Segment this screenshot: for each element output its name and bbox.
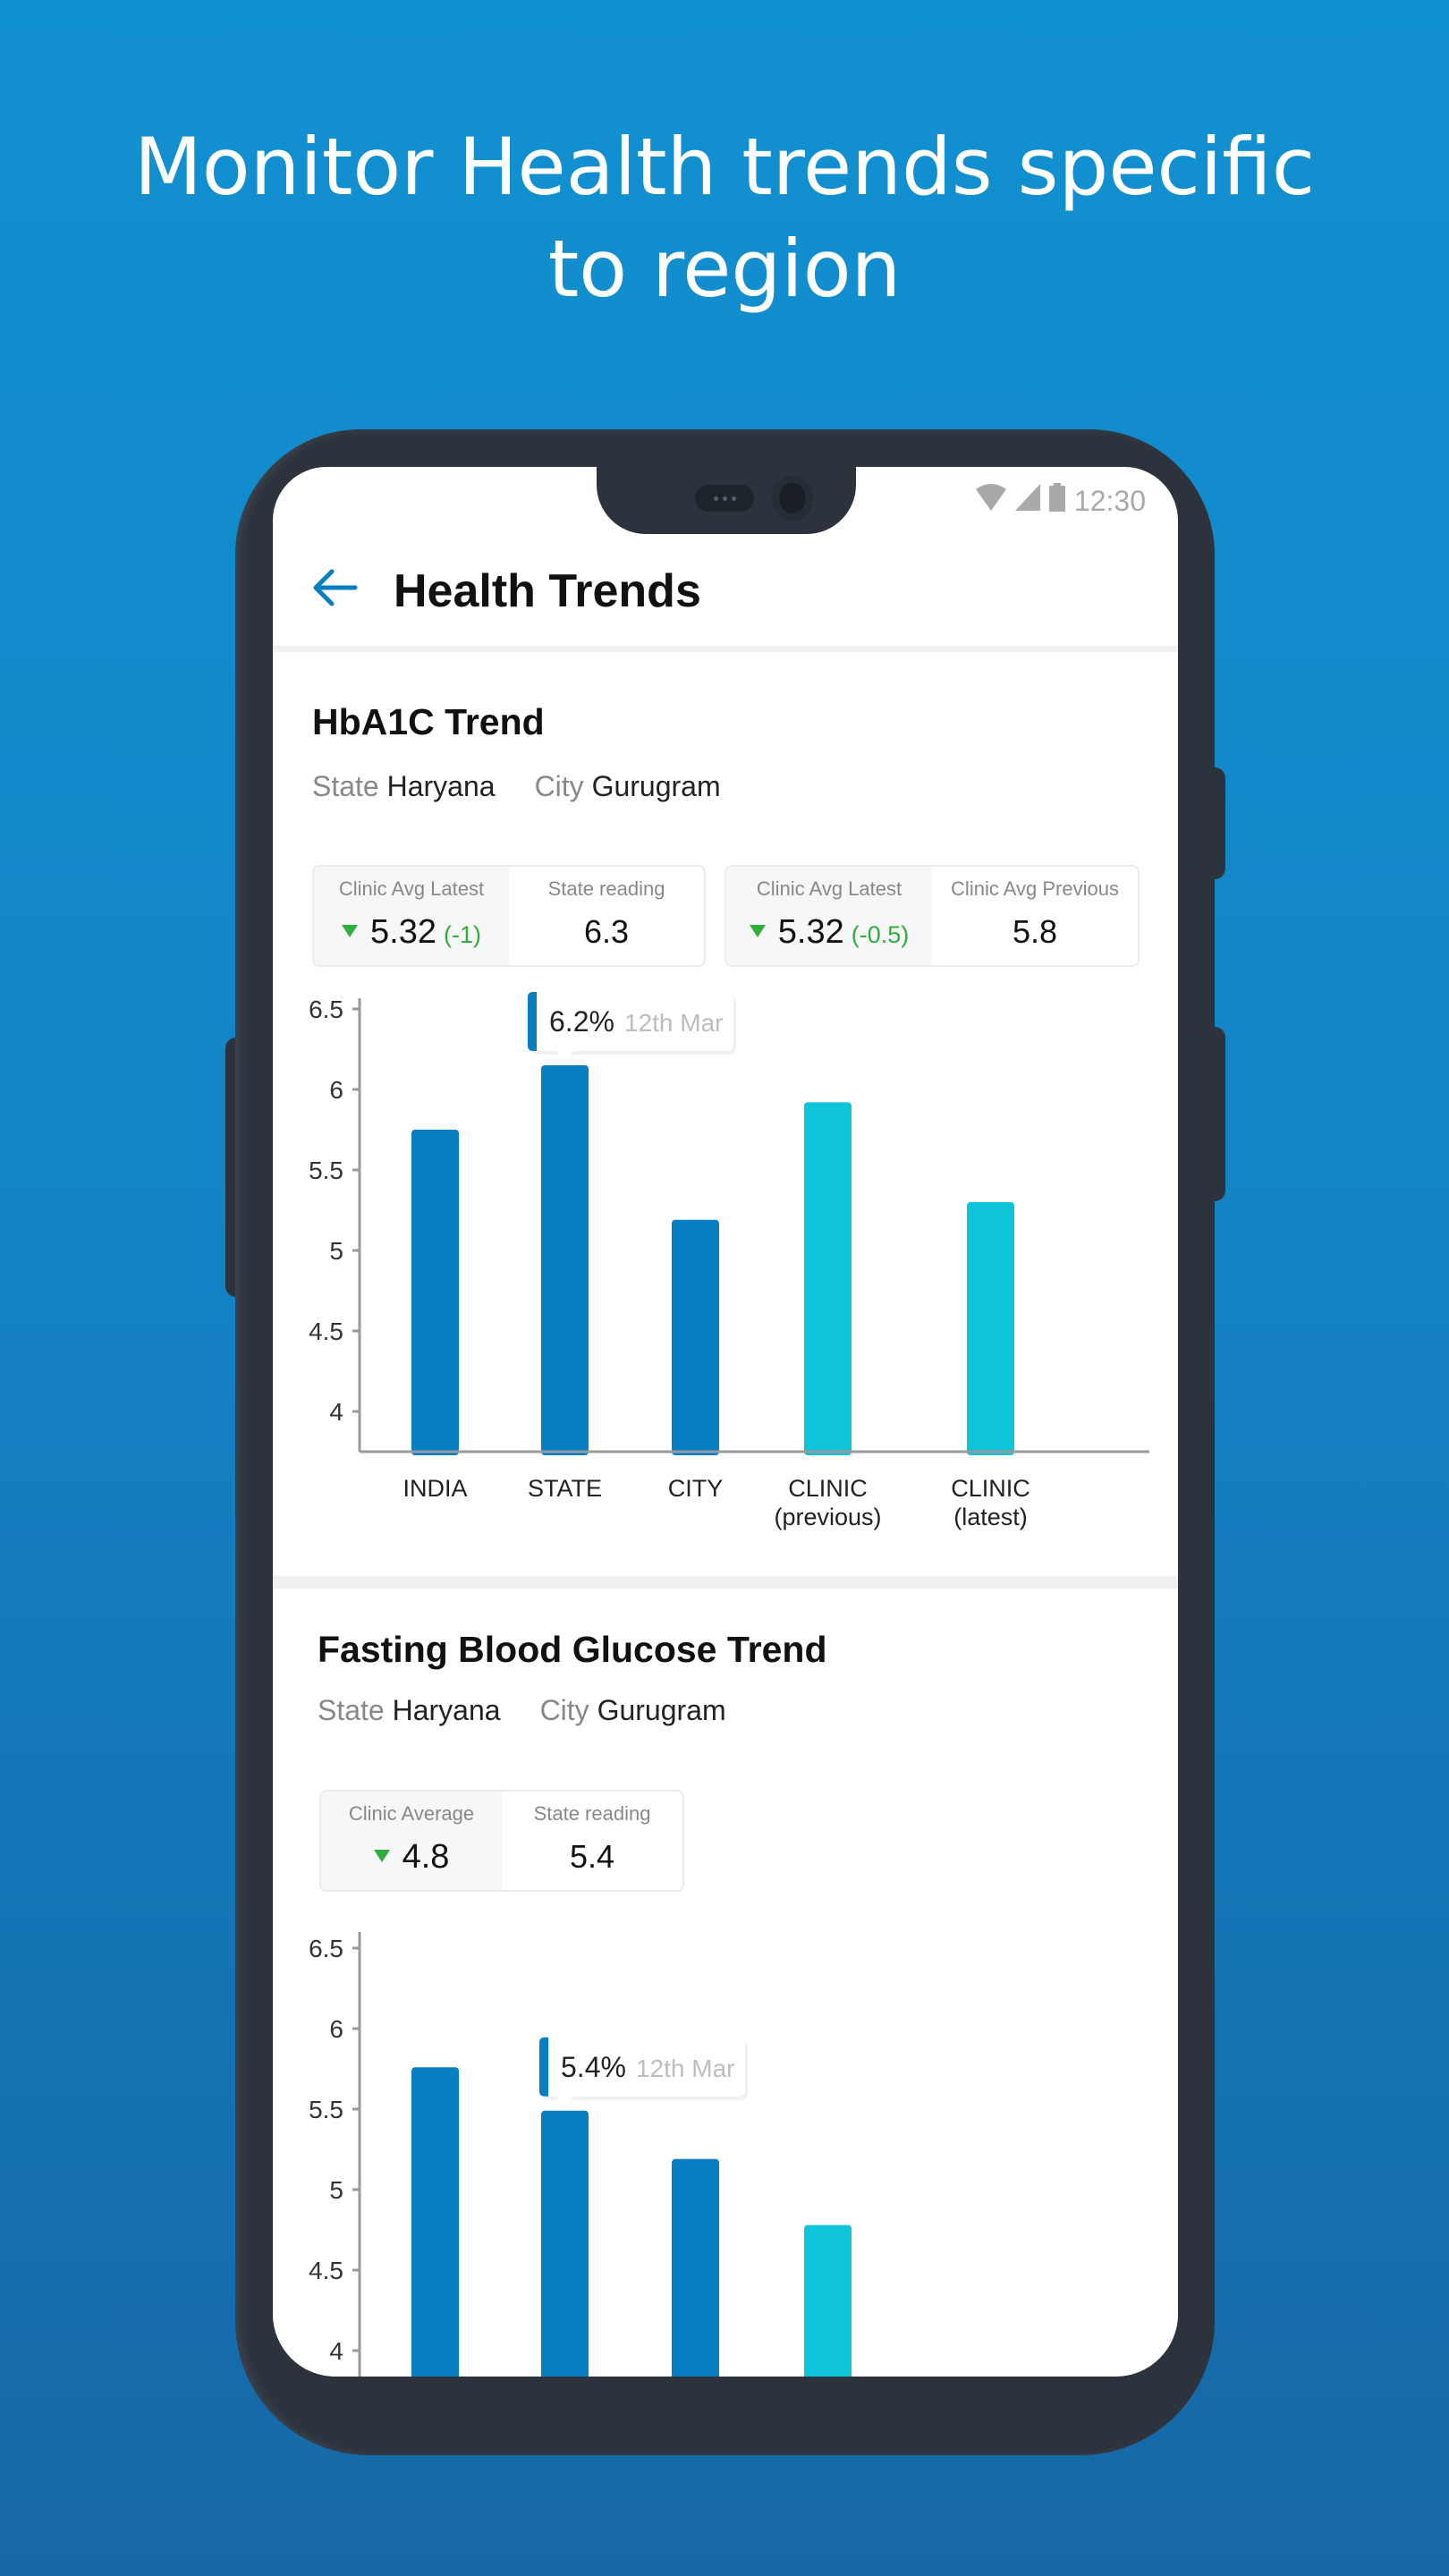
bar-india[interactable] — [411, 2067, 459, 2377]
stat-caption: Clinic Avg Previous — [951, 877, 1119, 900]
signal-icon — [1014, 484, 1040, 518]
back-button[interactable] — [307, 561, 360, 614]
down-triangle-icon — [373, 1850, 390, 1862]
phone-screen: 12:30 Health Trends HbA1C Trend State Ha… — [273, 467, 1178, 2377]
stat-caption: State reading — [547, 877, 665, 900]
hba1c-bar-chart: 6.565.554.54INDIA STATE CITY CLINIC(previou… — [309, 992, 1149, 1530]
status-bar: 12:30 — [975, 483, 1146, 519]
x-tick-label: INDIA — [402, 1475, 467, 1502]
clinic-previous-cell: Clinic Avg Previous 5.8 — [932, 867, 1138, 965]
stat-value: 5.4 — [569, 1838, 615, 1875]
bar-city[interactable] — [672, 1219, 719, 1455]
down-triangle-icon — [749, 925, 766, 937]
notch — [597, 467, 856, 534]
y-tick-label: 6.5 — [309, 1935, 343, 1962]
y-tick-label: 4 — [329, 1398, 343, 1426]
y-tick-label: 6 — [329, 2015, 343, 2043]
bar-india[interactable] — [411, 1130, 459, 1455]
stat-value: 6.3 — [583, 913, 630, 950]
state-value[interactable]: Haryana — [387, 770, 496, 802]
section-divider — [273, 1576, 1178, 1589]
y-tick-label: 4.5 — [309, 2257, 343, 2284]
city-label: City — [539, 1694, 589, 1726]
fbg-section: Fasting Blood Glucose Trend State Haryan… — [273, 1589, 1178, 2377]
stat-caption: Clinic Average — [348, 1802, 475, 1825]
bar-city[interactable] — [672, 2158, 719, 2377]
x-tick-label: CLINIC — [788, 1475, 868, 1502]
app-bar: Health Trends — [273, 534, 1178, 652]
y-tick-label: 5 — [329, 1237, 343, 1265]
down-triangle-icon — [342, 925, 359, 937]
tooltip-date: 12th Mar — [636, 2055, 735, 2082]
speaker-icon — [695, 485, 754, 512]
stat-card: Clinic Avg Latest 5.32 (-1) State reading… — [312, 865, 706, 967]
state-value[interactable]: Haryana — [393, 1694, 501, 1726]
stat-caption: Clinic Avg Latest — [338, 877, 485, 900]
tooltip-pointer — [555, 1051, 574, 1060]
tooltip-accent — [539, 2037, 548, 2097]
stat-card: Clinic Average 4.8 State reading 5.4 — [319, 1790, 684, 1892]
bar-clinic[interactable] — [804, 2224, 852, 2377]
page-title: Health Trends — [394, 565, 701, 617]
clinic-avg-cell: Clinic Avg Latest 5.32 (-0.5) — [726, 867, 932, 965]
x-tick-label: STATE — [528, 1475, 602, 1502]
city-label: City — [534, 770, 584, 802]
bar-state[interactable] — [541, 1065, 589, 1455]
bar-clinic[interactable] — [804, 1102, 852, 1455]
hba1c-section: HbA1C Trend State Haryana City Gurugram C… — [273, 652, 1178, 1587]
chart-tooltip: 5.4% 12th Mar — [539, 2037, 748, 2106]
camera-icon — [772, 476, 813, 521]
stat-value: 5.32 — [370, 913, 436, 951]
status-time: 12:30 — [1073, 484, 1146, 517]
location-filter: State Haryana City Gurugram — [318, 1694, 726, 1727]
tooltip-date: 12th Mar — [624, 1009, 724, 1037]
y-tick-label: 5 — [329, 2176, 343, 2204]
arrow-left-icon — [313, 569, 358, 606]
stat-caption: State reading — [533, 1802, 651, 1825]
tooltip-accent — [528, 992, 537, 1051]
headline-line-1: Monitor Health trends specific — [133, 121, 1316, 213]
y-tick-label: 4 — [329, 2337, 343, 2365]
fbg-bar-chart: 6.5 6 5.5 5 4.5 4 5.4% 12th Mar — [309, 1932, 852, 2377]
stat-value: 4.8 — [402, 1838, 450, 1876]
headline-line-2: to region — [547, 223, 902, 315]
chart-tooltip: 6.2% 12th Mar — [528, 992, 736, 1060]
y-tick-label: 4.5 — [309, 1318, 343, 1345]
battery-icon — [1048, 483, 1065, 519]
tooltip-pointer — [555, 2096, 574, 2106]
x-tick-label: (previous) — [774, 1504, 881, 1530]
y-tick-label: 6 — [329, 1076, 343, 1104]
y-tick-label: 5.5 — [309, 2096, 343, 2123]
city-value[interactable]: Gurugram — [597, 1694, 726, 1726]
state-reading-cell: State reading 5.4 — [502, 1792, 682, 1890]
state-reading-cell: State reading 6.3 — [509, 867, 704, 965]
bar-state[interactable] — [541, 2110, 589, 2377]
state-label: State — [318, 1694, 385, 1726]
stat-delta: (-1) — [443, 921, 481, 948]
headline: Monitor Health trends specific to region — [0, 116, 1449, 320]
wifi-icon — [975, 484, 1006, 518]
section-title: HbA1C Trend — [312, 701, 545, 742]
x-tick-label: (latest) — [953, 1504, 1028, 1530]
clinic-avg-cell: Clinic Average 4.8 — [321, 1792, 502, 1890]
stat-value: 5.8 — [1012, 913, 1058, 950]
tooltip-value: 6.2% — [549, 1005, 614, 1038]
stat-value: 5.32 — [777, 913, 844, 951]
section-title: Fasting Blood Glucose Trend — [318, 1629, 827, 1670]
clinic-avg-cell: Clinic Avg Latest 5.32 (-1) — [314, 867, 509, 965]
city-value[interactable]: Gurugram — [592, 770, 721, 802]
bar-clinic[interactable] — [967, 1202, 1014, 1455]
state-label: State — [312, 770, 379, 802]
x-tick-label: CLINIC — [951, 1475, 1030, 1502]
tooltip-value: 5.4% — [561, 2051, 626, 2083]
location-filter: State Haryana City Gurugram — [312, 770, 721, 803]
stat-card: Clinic Avg Latest 5.32 (-0.5) Clinic Avg … — [724, 865, 1140, 967]
stat-caption: Clinic Avg Latest — [756, 877, 902, 900]
x-tick-label: CITY — [668, 1475, 724, 1502]
y-tick-label: 5.5 — [309, 1157, 343, 1184]
y-tick-label: 6.5 — [309, 996, 343, 1023]
stat-delta: (-0.5) — [851, 921, 910, 948]
